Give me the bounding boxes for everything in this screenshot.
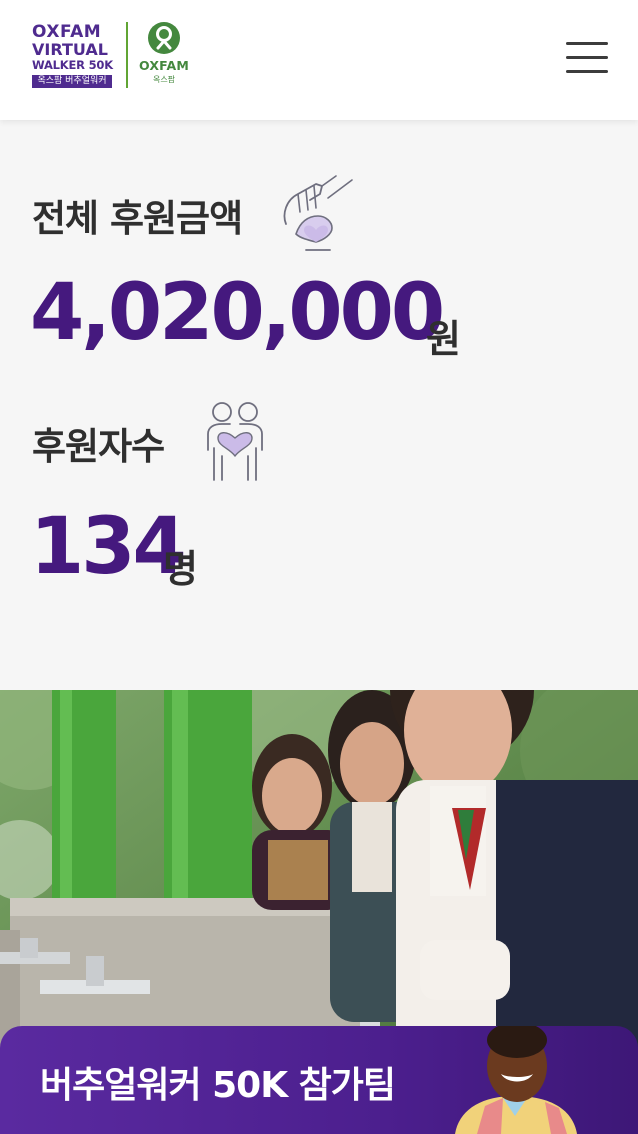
total-donation-value: 4,020,000 xyxy=(30,268,445,358)
header: OXFAM VIRTUAL WALKER 50K 옥스팜 버추얼워커 OXFAM… xyxy=(0,0,638,120)
virtual-walker-logo[interactable]: OXFAM VIRTUAL WALKER 50K 옥스팜 버추얼워커 xyxy=(32,24,116,88)
logo-divider xyxy=(126,22,128,88)
donor-count-value: 134 xyxy=(30,502,187,592)
team-banner-label: 버추얼워커 50K 참가팀 xyxy=(40,1065,396,1106)
hand-heart-donate-icon xyxy=(283,175,353,251)
oxfam-brand-text: OXFAM xyxy=(138,58,190,73)
logo-line-4: 옥스팜 버추얼워커 xyxy=(32,74,112,88)
total-donation-label: 전체 후원금액 xyxy=(32,197,243,240)
hamburger-menu-icon[interactable] xyxy=(566,42,608,76)
smiling-child-photo xyxy=(455,1026,577,1134)
donor-count-unit: 명 xyxy=(163,547,198,591)
two-people-heart-icon xyxy=(207,402,263,481)
oxfam-emblem-icon xyxy=(148,22,180,54)
oxfam-sub-text: 옥스팜 xyxy=(152,75,176,84)
donor-count-label: 후원자수 xyxy=(32,425,165,468)
logo-line-1: OXFAM xyxy=(32,22,102,42)
logo-line-2: VIRTUAL xyxy=(32,40,108,59)
total-donation-unit: 원 xyxy=(426,317,461,361)
donation-stats: 전체 후원금액 4,020,000 원 후원자수 134 명 xyxy=(0,120,638,690)
logo-line-3: WALKER 50K xyxy=(32,58,113,72)
oxfam-logo[interactable]: OXFAM 옥스팜 xyxy=(136,22,192,85)
team-banner-button[interactable]: 버추얼워커 50K 참가팀 xyxy=(0,1026,638,1134)
